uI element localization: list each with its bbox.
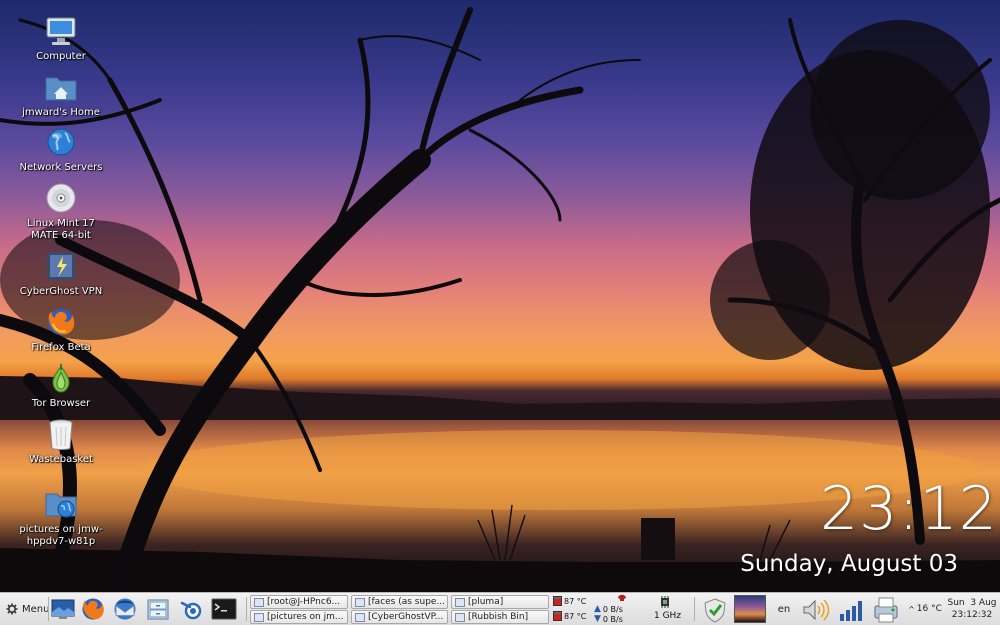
cpu-frequency-monitor[interactable]: 1 GHz bbox=[654, 611, 681, 621]
panel-clock-time: 23:12:32 bbox=[951, 610, 993, 620]
disc-icon bbox=[44, 181, 78, 215]
monitor-icon bbox=[44, 14, 78, 48]
thunderbird-icon bbox=[114, 598, 136, 620]
task-button[interactable]: [faces (as supe... bbox=[351, 595, 448, 609]
globe-icon bbox=[44, 125, 78, 159]
desktop-icon-wastebasket[interactable]: Wastebasket bbox=[13, 417, 109, 466]
caret-up-icon: ^ bbox=[908, 604, 915, 614]
home-folder-icon bbox=[44, 70, 78, 104]
task-label: [root@J-HPnc6... bbox=[267, 597, 341, 607]
weather-temperature: 16 °C bbox=[916, 604, 942, 614]
trash-icon bbox=[455, 612, 465, 622]
temperature-monitor-1[interactable]: 87 °C bbox=[553, 596, 586, 606]
wallpaper-thumbnail-icon[interactable] bbox=[734, 595, 766, 623]
desktop-icon-firefox-beta[interactable]: Firefox Beta bbox=[13, 305, 109, 354]
task-label: [CyberGhostVP... bbox=[368, 612, 444, 622]
window-icon bbox=[355, 612, 365, 622]
net-down-value: 0 B/s bbox=[602, 614, 623, 624]
desktop-icon-computer[interactable]: Computer bbox=[13, 14, 109, 63]
temperature-value: 87 °C bbox=[564, 596, 587, 606]
net-up-value: 0 B/s bbox=[602, 604, 623, 614]
desktop-icon-tor-browser[interactable]: Tor Browser bbox=[13, 361, 109, 410]
folder-icon bbox=[355, 597, 365, 607]
gauge-icon bbox=[553, 596, 562, 606]
file-cabinet-icon bbox=[147, 599, 169, 620]
network-folder-icon bbox=[44, 487, 78, 521]
task-button[interactable]: [root@J-HPnc6... bbox=[250, 595, 348, 609]
keyboard-layout-label: en bbox=[777, 603, 791, 615]
trash-icon bbox=[44, 417, 78, 451]
desktop-icon-label: Firefox Beta bbox=[31, 342, 91, 353]
launcher-thunderbird[interactable] bbox=[110, 595, 140, 623]
phone-icon bbox=[616, 593, 628, 603]
desktop-icon-label: Tor Browser bbox=[31, 398, 91, 409]
launcher-file-manager[interactable] bbox=[143, 595, 173, 623]
main-menu-label: Menu bbox=[22, 603, 50, 615]
desktop-icon-cyberghost[interactable]: CyberGhost VPN bbox=[13, 249, 109, 298]
panel-separator bbox=[694, 597, 695, 621]
chip-icon bbox=[650, 595, 680, 609]
keyboard-layout-indicator[interactable]: en bbox=[774, 601, 794, 617]
desktop-icon-label: Linux Mint 17 MATE 64-bit bbox=[27, 218, 95, 241]
network-download-monitor[interactable]: ▼ 0 B/s bbox=[594, 614, 623, 624]
task-button[interactable]: [pluma] bbox=[451, 595, 549, 609]
desktop-icon-label: Computer bbox=[36, 51, 86, 62]
firefox-icon bbox=[44, 305, 78, 339]
desktop-icon-label: CyberGhost VPN bbox=[19, 286, 103, 297]
temperature-monitor-2[interactable]: 87 °C bbox=[553, 611, 586, 621]
launcher-show-desktop[interactable] bbox=[48, 595, 78, 623]
cyberghost-icon bbox=[44, 249, 78, 283]
text-editor-icon bbox=[455, 597, 465, 607]
panel-separator bbox=[246, 597, 247, 621]
gear-icon bbox=[6, 603, 18, 615]
task-label: [pluma] bbox=[468, 597, 504, 607]
desktop-icon-label: pictures on jmw-hppdv7-w81p bbox=[19, 524, 103, 547]
desktop-icon-label: Wastebasket bbox=[29, 454, 93, 465]
folder-icon bbox=[254, 612, 264, 622]
onion-icon bbox=[44, 361, 78, 395]
network-upload-monitor[interactable]: ▲ 0 B/s bbox=[594, 604, 623, 614]
bottom-panel: Menu [root@J-HPnc6... [pictures on jm...… bbox=[0, 592, 1000, 625]
main-menu-button[interactable]: Menu bbox=[3, 599, 52, 619]
blender-icon bbox=[180, 601, 202, 620]
launcher-blender[interactable] bbox=[176, 595, 206, 623]
panel-clock[interactable]: Sun 3 Aug 23:12:32 bbox=[946, 596, 998, 622]
desktop-icon-network-servers[interactable]: Network Servers bbox=[13, 125, 109, 174]
window-icon bbox=[254, 597, 264, 607]
cpu-frequency-value: 1 GHz bbox=[654, 611, 682, 621]
task-button[interactable]: [CyberGhostVP... bbox=[351, 610, 448, 624]
desklet-clock-time: 23:12 bbox=[820, 474, 998, 544]
panel-clock-date: Sun 3 Aug bbox=[947, 598, 997, 608]
wifi-signal-icon[interactable] bbox=[837, 596, 867, 623]
volume-icon[interactable] bbox=[800, 596, 832, 623]
arrow-down-icon: ▼ bbox=[594, 614, 601, 624]
gauge-icon bbox=[553, 611, 562, 621]
desktop-icon-label: jmward's Home bbox=[22, 107, 100, 118]
printer-icon[interactable] bbox=[869, 595, 903, 624]
update-manager-shield-icon[interactable] bbox=[700, 596, 730, 623]
task-button[interactable]: [Rubbish Bin] bbox=[451, 610, 549, 624]
terminal-icon bbox=[211, 598, 237, 620]
desklet-clock-date: Sunday, August 03 bbox=[740, 551, 958, 577]
weather-applet[interactable]: ^ 16 °C bbox=[906, 602, 944, 616]
firefox-icon bbox=[82, 598, 104, 620]
arrow-up-icon: ▲ bbox=[594, 604, 601, 614]
desktop-icon-linux-mint-disc[interactable]: Linux Mint 17 MATE 64-bit bbox=[13, 181, 109, 242]
desktop-icon-network-folder[interactable]: pictures on jmw-hppdv7-w81p bbox=[13, 487, 109, 548]
desktop-icon-home[interactable]: jmward's Home bbox=[13, 70, 109, 119]
launcher-terminal[interactable] bbox=[209, 595, 239, 623]
desktop-icon bbox=[51, 599, 75, 619]
temperature-value: 87 °C bbox=[564, 611, 587, 621]
task-label: [Rubbish Bin] bbox=[468, 612, 529, 622]
task-button[interactable]: [pictures on jm... bbox=[250, 610, 348, 624]
task-label: [faces (as supe... bbox=[368, 597, 446, 607]
task-label: [pictures on jm... bbox=[267, 612, 344, 622]
launcher-firefox[interactable] bbox=[78, 595, 108, 623]
desktop-icon-label: Network Servers bbox=[19, 162, 103, 173]
